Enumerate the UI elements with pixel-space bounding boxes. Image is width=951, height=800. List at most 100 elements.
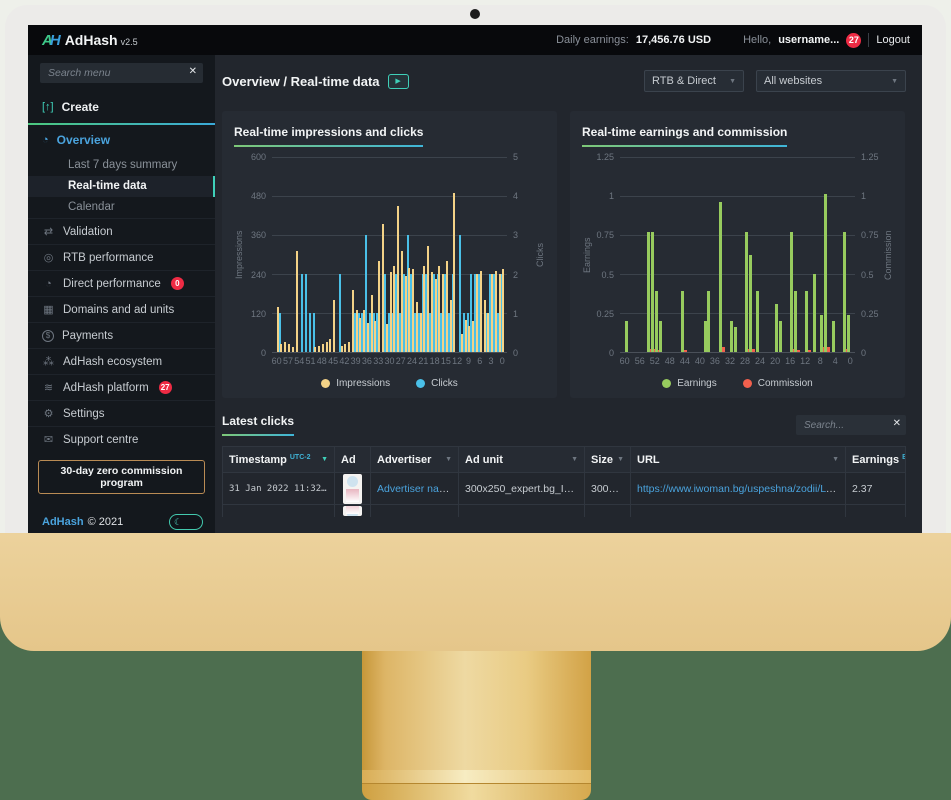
column-header-advertiser[interactable]: Advertiser ▼ <box>371 447 459 473</box>
column-label: Ad unit <box>465 454 503 466</box>
chart-plot <box>620 157 855 353</box>
item-label: AdHash ecosystem <box>63 356 162 368</box>
column-label: Size <box>591 454 613 466</box>
table-search-input[interactable] <box>796 415 906 435</box>
create-icon: [↑] <box>42 101 54 113</box>
earnings-cell: 2.37 <box>846 473 906 505</box>
legend-item[interactable]: Clicks <box>416 378 458 389</box>
item-label: RTB performance <box>63 252 154 264</box>
daily-earnings-value: 17,456.76 USD <box>636 34 711 46</box>
url-cell: https://www.iwoman.bg/uspeshna/zodii/Lyu… <box>631 473 846 505</box>
ad-thumbnail-image[interactable] <box>343 506 362 516</box>
create-label: Create <box>62 100 99 114</box>
legend-item[interactable]: Earnings <box>662 378 716 389</box>
column-header-size[interactable]: Size ▼ <box>585 447 631 473</box>
daily-earnings-label: Daily earnings: <box>556 34 629 46</box>
x-axis-ticks: 60575451484542393633302724211815129630 <box>272 355 507 370</box>
table-row: 31 Jan 2022 11:32:48 Advertiser name 300… <box>223 473 906 505</box>
item-label: Direct performance <box>63 278 161 290</box>
column-label: Timestamp <box>229 454 287 466</box>
validation-icon: ⇄ <box>42 225 55 238</box>
settings-icon: ⚙ <box>42 407 55 420</box>
sidebar-item-overview[interactable]: ◔ Overview <box>28 125 215 155</box>
sidebar-item-real-time-data[interactable]: Real-time data <box>28 176 215 197</box>
column-header-timestamp[interactable]: Timestamp UTC-2 ▼ <box>223 447 335 473</box>
direct-performance-icon: ◔ <box>42 278 55 290</box>
column-label: Ad <box>341 454 356 466</box>
webcam-dot <box>470 9 480 19</box>
column-label: Earnings <box>852 454 899 466</box>
hello-label: Hello, <box>743 34 771 46</box>
item-label: Settings <box>63 408 105 420</box>
divider <box>868 33 869 47</box>
website-value: All websites <box>764 75 822 87</box>
platform-icon: ≋ <box>42 381 55 394</box>
left-axis-ticks: 1.2510.750.50.250 <box>592 157 620 353</box>
item-label: Validation <box>63 226 113 238</box>
sort-icon[interactable]: ▼ <box>321 456 328 463</box>
footer-brand[interactable]: AdHash <box>42 516 84 528</box>
chevron-down-icon: ▼ <box>891 78 898 85</box>
legend-item[interactable]: Commission <box>743 378 813 389</box>
sort-icon[interactable]: ▼ <box>832 456 839 463</box>
ad-thumbnail-image[interactable] <box>343 474 362 504</box>
rtb-performance-icon: ◎ <box>42 251 55 264</box>
sidebar-item-create[interactable]: [↑] Create <box>28 93 215 123</box>
sidebar-item-last-7-days[interactable]: Last 7 days summary <box>28 155 215 176</box>
breadcrumb: Overview / Real-time data <box>222 74 380 89</box>
page: AH AdHash v2.5 Daily earnings: 17,456.76… <box>0 0 951 800</box>
sidebar-item-adhash-ecosystem[interactable]: ⁂ AdHash ecosystem <box>28 348 215 374</box>
play-icon: ▶ <box>395 77 400 85</box>
logout-button[interactable]: Logout <box>876 34 910 46</box>
advertiser-link[interactable]: Advertiser name <box>377 483 453 495</box>
ad-cell <box>335 473 371 505</box>
payments-icon: $ <box>42 330 54 342</box>
chevron-down-icon: ▼ <box>729 78 736 85</box>
sidebar-item-payments[interactable]: $ Payments <box>28 322 215 348</box>
zero-commission-program-button[interactable]: 30-day zero commission program <box>38 460 205 494</box>
right-axis-ticks: 1.2510.750.50.250 <box>855 157 883 353</box>
dashboard-screen: AH AdHash v2.5 Daily earnings: 17,456.76… <box>28 25 922 540</box>
earnings-cell <box>846 505 906 517</box>
column-header-ad-unit[interactable]: Ad unit ▼ <box>459 447 585 473</box>
clear-search-icon[interactable]: ✕ <box>189 66 197 77</box>
sort-icon[interactable]: ▼ <box>571 456 578 463</box>
x-axis-ticks: 60565248444036322824201612840 <box>620 355 855 370</box>
ad-cell <box>335 505 371 517</box>
adhash-logo-icon: AH <box>42 32 60 49</box>
website-select[interactable]: All websites ▼ <box>756 70 906 92</box>
sidebar-item-rtb-performance[interactable]: ◎ RTB performance <box>28 244 215 270</box>
domains-icon: ▦ <box>42 303 55 316</box>
sort-icon[interactable]: ▼ <box>445 456 452 463</box>
sort-icon[interactable]: ▼ <box>617 456 624 463</box>
sidebar-item-settings[interactable]: ⚙ Settings <box>28 400 215 426</box>
sidebar-item-direct-performance[interactable]: ◔ Direct performance 0 <box>28 270 215 296</box>
right-axis-ticks: 543210 <box>507 157 535 353</box>
notifications-badge[interactable]: 27 <box>846 33 861 48</box>
chart-plot <box>272 157 507 353</box>
item-label: Payments <box>62 330 113 342</box>
click-url-link[interactable]: https://www.iwoman.bg/uspeshna/zodii/Lyu… <box>637 483 846 495</box>
column-header-ad: Ad <box>335 447 371 473</box>
traffic-type-select[interactable]: RTB & Direct ▼ <box>644 70 744 92</box>
sidebar-search-input[interactable] <box>40 63 203 83</box>
timestamp-cell: 31 Jan 2022 11:32:48 <box>223 473 335 505</box>
legend-item[interactable]: Impressions <box>321 378 390 389</box>
main-content: Overview / Real-time data ▶ RTB & Direct… <box>215 55 922 540</box>
sidebar-item-validation[interactable]: ⇄ Validation <box>28 218 215 244</box>
sidebar-item-adhash-platform[interactable]: ≋ AdHash platform 27 <box>28 374 215 400</box>
clear-table-search-icon[interactable]: ✕ <box>893 418 901 429</box>
username[interactable]: username... <box>778 34 839 46</box>
column-label: Advertiser <box>377 454 431 466</box>
dark-mode-toggle[interactable]: ☾ <box>169 514 203 530</box>
column-header-url[interactable]: URL ▼ <box>631 447 846 473</box>
play-button[interactable]: ▶ <box>388 74 409 89</box>
sidebar-item-calendar[interactable]: Calendar <box>28 197 215 218</box>
size-cell: 300x600 <box>585 473 631 505</box>
earnings-commission-card: Real-time earnings and commission Earnin… <box>570 111 905 398</box>
item-label: Support centre <box>63 434 138 446</box>
app-version: v2.5 <box>121 37 138 47</box>
chart-title: Real-time earnings and commission <box>582 125 787 147</box>
sidebar-item-support-centre[interactable]: ✉ Support centre <box>28 426 215 452</box>
sidebar-item-domains-ad-units[interactable]: ▦ Domains and ad units <box>28 296 215 322</box>
